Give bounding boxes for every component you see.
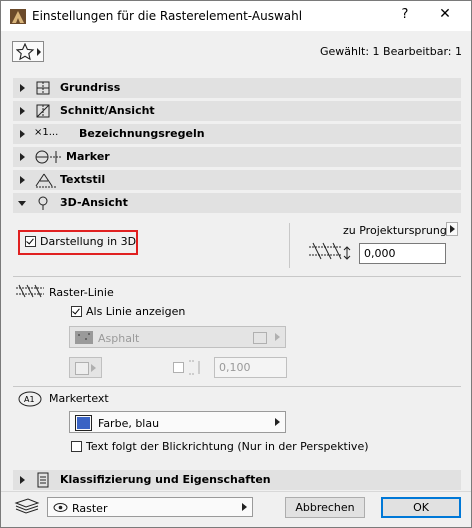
show-as-line-checkbox[interactable]	[71, 306, 82, 317]
blue-color-fill	[77, 417, 90, 429]
divider	[13, 386, 461, 387]
3d-view-icon	[38, 196, 48, 210]
origin-arrow-button[interactable]	[446, 222, 458, 236]
show-in-3d-label: Darstellung in 3D	[40, 235, 137, 248]
thickness-icon	[189, 360, 200, 375]
divider	[13, 276, 461, 277]
section-label: Marker	[66, 150, 110, 163]
section-3d-ansicht[interactable]: 3D-Ansicht	[13, 193, 461, 213]
naming-icon: ×1...	[34, 127, 59, 138]
surface-value: Asphalt	[98, 332, 140, 345]
expand-arrow-icon	[20, 476, 25, 484]
marker-text-icon: A1	[18, 391, 42, 407]
layer-value: Raster	[72, 502, 108, 515]
section-label: Schnitt/Ansicht	[60, 104, 155, 117]
surface-popup[interactable]: Asphalt	[69, 326, 286, 348]
grid-plan-icon	[36, 81, 50, 95]
expand-arrow-icon	[20, 176, 25, 184]
section-label: Grundriss	[60, 81, 121, 94]
title-bar: Einstellungen für die Rasterelement-Ausw…	[1, 1, 471, 31]
svg-text:A1: A1	[24, 395, 35, 404]
text-follows-view-label: Text folgt der Blickrichtung (Nur in der…	[86, 440, 369, 453]
marker-color-popup[interactable]: Farbe, blau	[69, 411, 286, 433]
elevation-input[interactable]: 0,000	[359, 243, 446, 264]
divider	[1, 491, 471, 492]
arrow-right-icon	[450, 225, 455, 233]
section-label: 3D-Ansicht	[60, 196, 128, 209]
pen-swatch-icon	[75, 362, 89, 375]
archicad-app-icon	[10, 9, 26, 24]
eye-icon	[53, 503, 68, 512]
star-icon	[16, 43, 35, 61]
raster-line-title: Raster-Linie	[49, 286, 114, 299]
marker-icon	[35, 150, 62, 164]
vertical-divider	[289, 223, 290, 268]
cancel-button[interactable]: Abbrechen	[285, 497, 365, 518]
section-grundriss[interactable]: Grundriss	[13, 78, 461, 98]
section-klassifizierung[interactable]: Klassifizierung und Eigenschaften	[13, 470, 461, 490]
settings-dialog: Einstellungen für die Rasterelement-Ausw…	[0, 0, 472, 528]
popup-arrow-icon	[275, 418, 280, 426]
grid-elevation-icon	[309, 242, 351, 260]
classification-icon	[37, 472, 49, 488]
show-in-3d-checkbox[interactable]	[25, 236, 36, 247]
expand-arrow-icon	[20, 130, 25, 138]
ok-button[interactable]: OK	[381, 497, 461, 518]
text-follows-view-checkbox[interactable]	[71, 441, 82, 452]
expand-arrow-icon	[20, 84, 25, 92]
section-schnitt-ansicht[interactable]: Schnitt/Ansicht	[13, 101, 461, 121]
favorites-button[interactable]	[12, 41, 44, 62]
section-bezeichnungsregeln[interactable]: ×1... Bezeichnungsregeln	[13, 124, 461, 144]
marker-text-title: Markertext	[49, 392, 109, 405]
expand-arrow-icon	[20, 107, 25, 115]
collapse-arrow-icon	[18, 201, 26, 206]
thickness-checkbox[interactable]	[173, 362, 184, 373]
raster-line-icon	[16, 284, 44, 298]
section-textstil[interactable]: Textstil	[13, 170, 461, 190]
layer-icon	[14, 498, 40, 514]
popup-arrow-icon	[242, 503, 247, 511]
text-style-icon	[35, 173, 56, 188]
grid-section-icon	[36, 104, 50, 118]
close-button[interactable]: ✕	[438, 6, 452, 22]
section-label: Bezeichnungsregeln	[79, 127, 205, 140]
layer-popup[interactable]: Raster	[47, 497, 253, 517]
material-icon	[253, 332, 267, 344]
favorites-arrow-icon	[37, 48, 41, 56]
popup-arrow-icon	[91, 363, 96, 372]
origin-label: zu Projektursprung	[343, 224, 447, 237]
expand-arrow-icon	[20, 153, 25, 161]
popup-arrow-icon	[275, 333, 280, 341]
color-value: Farbe, blau	[98, 417, 160, 430]
section-label: Klassifizierung und Eigenschaften	[60, 473, 271, 486]
thickness-input[interactable]: 0,100	[214, 357, 287, 378]
help-button[interactable]: ?	[398, 7, 412, 22]
asphalt-swatch-icon	[75, 331, 93, 344]
window-title: Einstellungen für die Rasterelement-Ausw…	[32, 9, 303, 23]
show-as-line-label: Als Linie anzeigen	[86, 305, 186, 318]
color-swatch	[75, 415, 92, 431]
section-marker[interactable]: Marker	[13, 147, 461, 167]
pen-popup[interactable]	[69, 357, 102, 378]
section-label: Textstil	[60, 173, 106, 186]
selection-info: Gewählt: 1 Bearbeitbar: 1	[319, 45, 462, 58]
